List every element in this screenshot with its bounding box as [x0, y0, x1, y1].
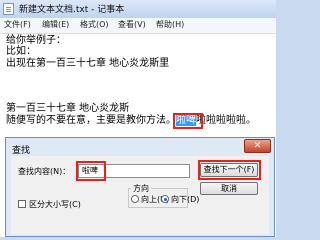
menu-file[interactable]: 文件(F) [4, 19, 31, 30]
menu-help[interactable]: 帮助(H) [156, 19, 184, 30]
notepad-icon [3, 3, 14, 15]
close-button[interactable]: ✕ [244, 139, 271, 153]
menu-edit[interactable]: 编辑(E) [42, 19, 69, 30]
find-what-label: 查找内容(N)： [18, 167, 71, 176]
editor-line: 比如： [6, 46, 36, 57]
direction-label: 方向 [131, 183, 151, 194]
editor-line: 第一百三十七章 地心炎龙斯 [6, 103, 130, 114]
match-case-checkbox[interactable] [18, 200, 26, 208]
radio-down-label: 向下(D) [171, 195, 200, 204]
menu-view[interactable]: 查看(V) [118, 19, 146, 30]
highlight-box-input [76, 161, 106, 181]
window-title: 新建文本文档.txt - 记事本 [19, 5, 125, 15]
match-case-label: 区分大小写(C) [29, 200, 81, 209]
radio-down[interactable] [161, 195, 169, 203]
editor-line-text: 随便写的不要在意，主要是教你方法。 [6, 115, 176, 126]
highlight-box-find-next [198, 160, 261, 180]
editor-line-rest: 啦啦啦啦啦。 [196, 115, 256, 126]
highlight-box-match [173, 113, 203, 129]
menu-format[interactable]: 格式(O) [80, 19, 109, 30]
radio-up[interactable] [131, 195, 139, 203]
editor-line: 随便写的不要在意，主要是教你方法。啦啤啦啦啦啦啦。 [6, 115, 256, 127]
editor-line: 出现在第一百三十七章 地心炎龙斯里 [6, 58, 170, 69]
cancel-button[interactable]: 取消 [200, 182, 258, 195]
find-dialog-title: 查找 [12, 146, 31, 156]
